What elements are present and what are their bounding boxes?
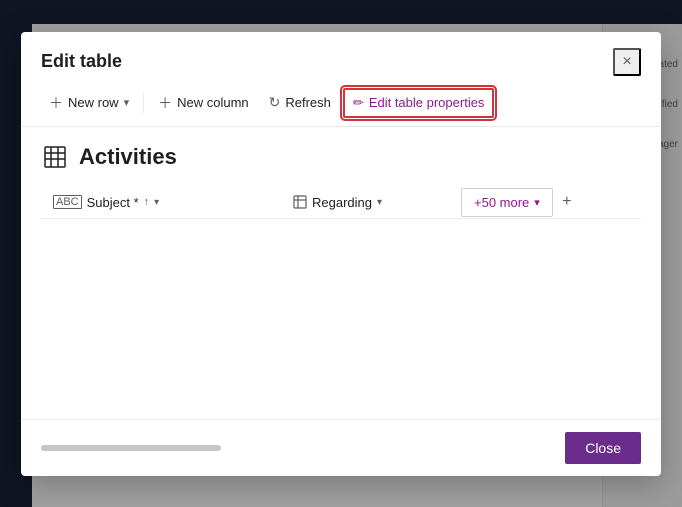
subject-column-header[interactable]: ABC Subject * ↑ ▾ [41,187,281,218]
modal-footer: Close [21,419,661,476]
close-modal-button[interactable]: Close [565,432,641,464]
new-column-button[interactable]: ＋ New column [150,88,257,118]
refresh-icon: ↻ [269,94,281,111]
regarding-col-dropdown-icon: ▾ [377,197,382,208]
modal-toolbar: ＋ New row ▾ ＋ New column ↻ Refresh ✏ Edi… [21,88,661,127]
modal-header: Edit table × [21,32,661,88]
refresh-button[interactable]: ↻ Refresh [261,89,339,116]
edit-table-properties-label: Edit table properties [369,95,485,110]
edit-table-modal: Edit table × ＋ New row ▾ ＋ New column ↻ … [21,32,661,476]
column-headers: ABC Subject * ↑ ▾ Regarding [41,187,641,219]
regarding-col-icon [293,195,307,209]
plus-icon-2: ＋ [158,93,172,113]
toolbar-separator-1 [143,93,144,113]
sort-asc-icon: ↑ [144,196,150,208]
new-column-label: New column [177,95,249,110]
modal-overlay: Edit table × ＋ New row ▾ ＋ New column ↻ … [0,0,682,507]
horizontal-scrollbar[interactable] [41,445,221,451]
modal-close-button[interactable]: × [613,48,641,76]
modal-title: Edit table [41,51,122,72]
regarding-column-header[interactable]: Regarding ▾ [281,187,461,218]
new-row-dropdown-icon: ▾ [124,96,130,109]
plus-icon: ＋ [49,93,63,113]
add-column-button[interactable]: + [553,188,581,216]
new-row-label: New row [68,95,119,110]
more-columns-button[interactable]: +50 more ▾ [461,188,553,217]
more-columns-label: +50 more [474,195,529,210]
table-title-row: Activities [41,143,641,171]
more-columns-dropdown-icon: ▾ [534,196,540,209]
activities-table-icon [41,143,69,171]
regarding-col-label: Regarding [312,195,372,210]
pencil-icon: ✏ [353,95,364,111]
table-section: Activities ABC Subject * ↑ ▾ [21,127,661,419]
close-icon: × [622,53,631,71]
add-col-plus-icon: + [562,193,571,211]
new-row-button[interactable]: ＋ New row ▾ [41,88,137,118]
subject-col-dropdown-icon: ▾ [154,197,159,208]
refresh-label: Refresh [285,95,331,110]
table-name: Activities [79,144,177,170]
subject-col-label: Subject * [87,195,139,210]
edit-table-properties-button[interactable]: ✏ Edit table properties [343,88,495,118]
table-body [41,219,641,419]
subject-col-icon: ABC [53,195,82,209]
